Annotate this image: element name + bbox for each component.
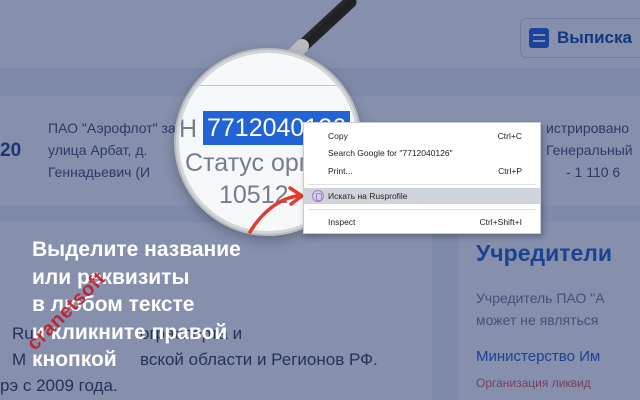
- menu-item-label: Print...: [328, 166, 353, 176]
- lens-status-line: Статус орга: [185, 149, 322, 177]
- menu-item-inspect[interactable]: Inspect Ctrl+Shift+I: [304, 214, 540, 230]
- menu-item-shortcut: Ctrl+Shift+I: [479, 217, 522, 227]
- menu-item-search-google[interactable]: Search Google for "7712040126": [304, 145, 540, 161]
- divider: [179, 85, 357, 86]
- menu-separator: [308, 209, 536, 210]
- menu-item-rusprofile[interactable]: Искать на Rusprofile: [304, 188, 540, 204]
- menu-item-shortcut: Ctrl+P: [498, 166, 522, 176]
- rusprofile-label-wrap: Искать на Rusprofile: [312, 190, 408, 202]
- menu-item-label: Search Google for "7712040126": [328, 148, 453, 158]
- menu-separator: [308, 184, 536, 185]
- magnifier-handle-icon: [288, 0, 357, 60]
- menu-item-label: Искать на Rusprofile: [328, 191, 408, 201]
- caption-line: или реквизиты: [32, 265, 190, 289]
- rusprofile-icon: [312, 190, 324, 202]
- menu-item-label: Copy: [328, 131, 348, 141]
- caption-line: Выделите название: [32, 238, 241, 261]
- menu-item-copy[interactable]: Copy Ctrl+C: [304, 128, 540, 144]
- menu-item-print[interactable]: Print... Ctrl+P: [304, 163, 540, 179]
- context-menu: Copy Ctrl+C Search Google for "771204012…: [303, 122, 541, 234]
- menu-item-shortcut: Ctrl+C: [497, 131, 522, 141]
- arrow-icon: [248, 186, 304, 234]
- caption-line: кнопкой: [32, 348, 117, 371]
- lens-prefix: Н: [179, 115, 198, 143]
- menu-item-label: Inspect: [328, 217, 356, 227]
